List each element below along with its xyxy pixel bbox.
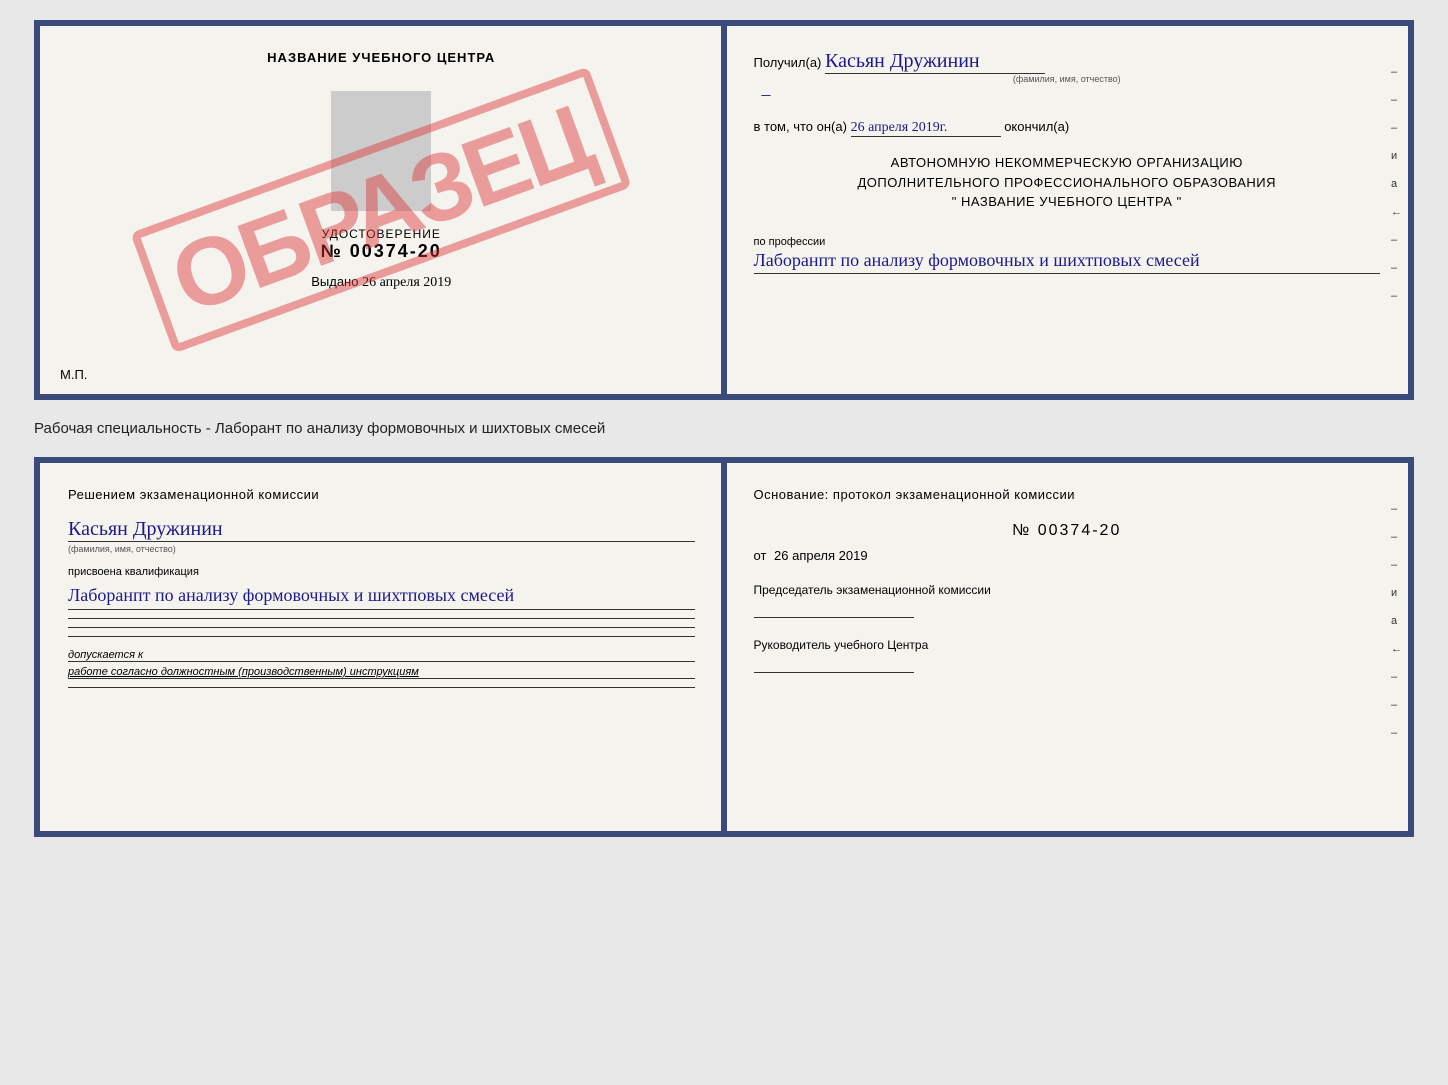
- допускается-line: [68, 687, 695, 688]
- допускается-block: допускается к работе согласно должностны…: [68, 649, 695, 688]
- line-divider-1: [68, 618, 695, 619]
- chairman-block: Председатель экзаменационной комиссии: [754, 583, 1381, 618]
- org-block: АВТОНОМНУЮ НЕКОММЕРЧЕСКУЮ ОРГАНИЗАЦИЮ ДО…: [754, 153, 1381, 212]
- cert-issued-row: Выдано 26 апреля 2019: [311, 274, 451, 291]
- qual-fio-label: (фамилия, имя, отчество): [68, 544, 695, 554]
- qual-right-page: Основание: протокол экзаменационной коми…: [726, 463, 1409, 831]
- fio-label: (фамилия, имя, отчество): [754, 74, 1381, 84]
- org-line3: " НАЗВАНИЕ УЧЕБНОГО ЦЕНТРА ": [754, 192, 1381, 212]
- допускается-label: допускается к: [68, 649, 695, 662]
- qualification-label: присвоена квалификация: [68, 566, 695, 578]
- received-label: Получил(а): [754, 55, 822, 70]
- subtitle: Рабочая специальность - Лаборант по анал…: [34, 416, 1414, 441]
- profession-text: Лаборанпт по анализу формовочных и шихтп…: [754, 248, 1381, 274]
- qual-left-page: Решением экзаменационной комиссии Касьян…: [40, 463, 726, 831]
- date-prefix: от: [754, 548, 767, 563]
- protocol-number: № 00374-20: [754, 522, 1381, 540]
- okoncil-label: окончил(а): [1004, 119, 1069, 134]
- rukovoditel-block: Руководитель учебного Центра: [754, 638, 1381, 673]
- photo-placeholder: [331, 91, 431, 211]
- org-line2: ДОПОЛНИТЕЛЬНОГО ПРОФЕССИОНАЛЬНОГО ОБРАЗО…: [754, 173, 1381, 193]
- osnov-title: Основание: протокол экзаменационной коми…: [754, 487, 1381, 502]
- line-divider-3: [68, 636, 695, 637]
- cert-right-page: Получил(а) Касьян Дружинин (фамилия, имя…: [726, 26, 1409, 394]
- org-line1: АВТОНОМНУЮ НЕКОММЕРЧЕСКУЮ ОРГАНИЗАЦИЮ: [754, 153, 1381, 173]
- chairman-title: Председатель экзаменационной комиссии: [754, 583, 1381, 597]
- qualification-text: Лаборанпт по анализу формовочных и шихтп…: [68, 582, 695, 610]
- date-prefix-label: в том, что он(а): [754, 119, 847, 134]
- cert-date: 26 апреля 2019г.: [851, 120, 1001, 137]
- profession-block: по профессии Лаборанпт по анализу формов…: [754, 236, 1381, 274]
- protocol-date-value: 26 апреля 2019: [774, 548, 868, 563]
- cert-number: № 00374-20: [321, 241, 442, 262]
- chairman-sign-line: [754, 617, 914, 618]
- received-row: Получил(а) Касьян Дружинин (фамилия, имя…: [754, 50, 1381, 105]
- decision-title: Решением экзаменационной комиссии: [68, 487, 695, 502]
- certificate-book-top: НАЗВАНИЕ УЧЕБНОГО ЦЕНТРА УДОСТОВЕРЕНИЕ №…: [34, 20, 1414, 400]
- line-divider-2: [68, 627, 695, 628]
- qualification-book-bottom: Решением экзаменационной комиссии Касьян…: [34, 457, 1414, 837]
- cert-number-box: УДОСТОВЕРЕНИЕ № 00374-20: [321, 227, 442, 262]
- qual-right-side-marks: – – – и а ← – – –: [1391, 503, 1402, 739]
- issued-label: Выдано: [311, 274, 358, 289]
- mp-label: М.П.: [60, 367, 87, 382]
- rukovoditel-sign-line: [754, 672, 914, 673]
- rukovoditel-title: Руководитель учебного Центра: [754, 638, 1381, 652]
- cert-label: УДОСТОВЕРЕНИЕ: [321, 227, 442, 241]
- date-row: в том, что он(а) 26 апреля 2019г. окончи…: [754, 119, 1381, 137]
- right-side-marks: – – – и а ← – – –: [1391, 66, 1402, 302]
- cert-title: НАЗВАНИЕ УЧЕБНОГО ЦЕНТРА: [267, 50, 495, 65]
- protocol-date: от 26 апреля 2019: [754, 548, 1381, 563]
- received-name: Касьян Дружинин: [825, 50, 1045, 74]
- issued-date: 26 апреля 2019: [362, 275, 451, 290]
- cert-left-page: НАЗВАНИЕ УЧЕБНОГО ЦЕНТРА УДОСТОВЕРЕНИЕ №…: [40, 26, 726, 394]
- допускается-text: работе согласно должностным (производств…: [68, 666, 695, 679]
- prof-label: по профессии: [754, 236, 1381, 248]
- dash-after-name: –: [754, 84, 771, 104]
- qual-name: Касьян Дружинин: [68, 518, 695, 542]
- document-wrapper: НАЗВАНИЕ УЧЕБНОГО ЦЕНТРА УДОСТОВЕРЕНИЕ №…: [34, 20, 1414, 837]
